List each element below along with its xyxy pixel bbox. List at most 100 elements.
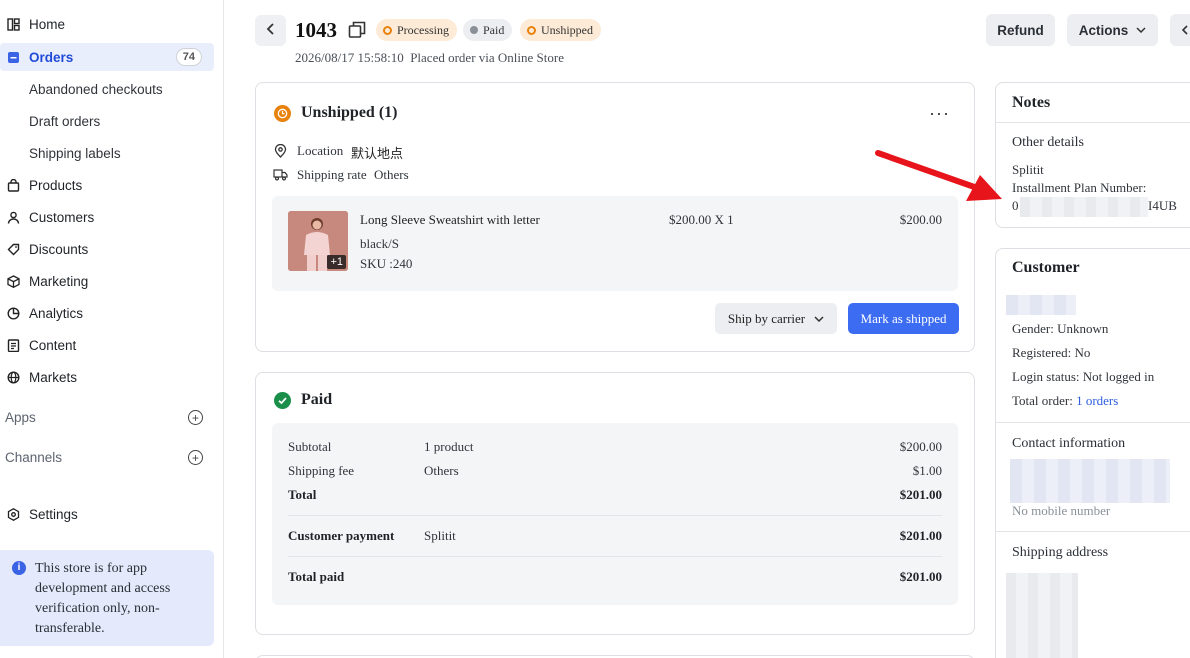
product-thumbnail[interactable]: +1 [288, 211, 348, 271]
sidebar: Home Orders 74 Abandoned checkouts Draft… [0, 0, 224, 658]
nav-orders[interactable]: Orders 74 [0, 43, 214, 71]
processing-dot-icon [383, 25, 392, 35]
add-channel-icon[interactable]: + [188, 450, 203, 465]
divider [996, 122, 1190, 123]
gear-icon [6, 507, 20, 521]
paid-badge: Paid [463, 19, 513, 41]
document-icon [6, 338, 20, 352]
mark-as-shipped-label: Mark as shipped [860, 310, 947, 326]
nav-customers[interactable]: Customers [0, 203, 214, 231]
cube-icon [6, 274, 20, 288]
pie-chart-icon [6, 306, 20, 320]
channels-section-label: Channels [5, 450, 63, 465]
paid-title: Paid [301, 391, 333, 408]
mark-as-shipped-button[interactable]: Mark as shipped [848, 303, 959, 334]
nav-customers-label: Customers [29, 209, 95, 225]
customer-payment-value: $201.00 [899, 528, 942, 543]
orders-icon [6, 50, 20, 64]
tag-icon [6, 242, 20, 256]
redacted-customer-name[interactable] [1006, 295, 1076, 315]
nav-analytics[interactable]: Analytics [0, 299, 214, 327]
nav-content-label: Content [29, 337, 77, 353]
total-order-label: Total order: [1012, 393, 1077, 408]
installment-plan-start: 0 [1012, 198, 1019, 213]
total-label: Total [288, 487, 317, 502]
order-number: 1043 [295, 18, 337, 42]
nav-settings[interactable]: Settings [0, 500, 214, 528]
divider [996, 422, 1190, 423]
chevron-left-icon [1181, 23, 1189, 38]
nav-drafts-label: Draft orders [29, 113, 101, 129]
divider [996, 531, 1190, 532]
product-name[interactable]: Long Sleeve Sweatshirt with letter [360, 212, 540, 228]
customer-payment-label: Customer payment [288, 528, 395, 543]
refund-button[interactable]: Refund [986, 14, 1055, 46]
store-notice-text: This store is for app development and ac… [35, 561, 171, 636]
chevron-down-icon [1136, 27, 1146, 33]
location-label: Location [297, 143, 344, 158]
actions-button[interactable]: Actions [1067, 14, 1158, 46]
unshipped-badge-label: Unshipped [541, 22, 593, 37]
product-price-qty: $200.00 X 1 [669, 212, 734, 227]
paid-card: Paid Subtotal 1 product $200.00 Shipping… [255, 372, 975, 635]
person-icon [6, 210, 20, 224]
order-subtitle: 2026/08/17 15:58:10 Placed order via Onl… [295, 50, 564, 65]
divider [288, 556, 942, 557]
subtotal-label: Subtotal [288, 439, 332, 454]
customer-login-status: Login status: Not logged in [1012, 369, 1155, 384]
info-icon: i [12, 561, 26, 575]
home-icon [6, 17, 20, 31]
actions-label: Actions [1078, 22, 1129, 38]
no-mobile-text: No mobile number [1012, 503, 1111, 518]
location-pin-icon [274, 143, 287, 161]
extra-images-badge: +1 [327, 255, 346, 269]
previous-order-button[interactable] [1170, 14, 1190, 46]
total-order-link[interactable]: 1 orders [1076, 393, 1118, 408]
other-details-heading: Other details [1012, 135, 1084, 150]
shipping-rate-label: Shipping rate [297, 167, 367, 182]
nav-draft-orders[interactable]: Draft orders [0, 107, 214, 135]
store-notice: i This store is for app development and … [0, 550, 214, 646]
paid-dot-icon [470, 26, 478, 34]
ship-by-carrier-button[interactable]: Ship by carrier [715, 303, 837, 334]
nav-marketing[interactable]: Marketing [0, 267, 214, 295]
shipping-fee-label: Shipping fee [288, 463, 355, 478]
installment-plan-end: I4UB [1148, 198, 1177, 213]
location-value: 默认地点 [351, 146, 404, 161]
add-app-icon[interactable]: + [188, 410, 203, 425]
customer-payment-desc: Splitit [424, 528, 456, 543]
nav-products-label: Products [29, 177, 83, 193]
nav-products[interactable]: Products [0, 171, 214, 199]
contact-info-heading: Contact information [1012, 436, 1126, 451]
processing-badge-label: Processing [397, 22, 449, 37]
customer-total-order: Total order: 1 orders [1012, 393, 1118, 409]
nav-discounts-label: Discounts [29, 241, 89, 257]
back-button[interactable] [255, 15, 286, 46]
nav-shipping-labels[interactable]: Shipping labels [0, 139, 214, 167]
more-options-icon[interactable]: ··· [929, 103, 950, 124]
line-item: +1 Long Sleeve Sweatshirt with letter bl… [272, 196, 958, 291]
chevron-down-icon [814, 315, 824, 322]
copy-icon[interactable] [348, 21, 366, 39]
nav-discounts[interactable]: Discounts [0, 235, 214, 263]
nav-settings-label: Settings [29, 506, 78, 522]
customer-card: Customer Gender: Unknown Registered: No … [995, 248, 1190, 658]
redacted-contact-info [1010, 459, 1170, 503]
product-sku: SKU :240 [360, 256, 413, 271]
notes-title: Notes [1012, 94, 1051, 111]
nav-abandoned-checkouts[interactable]: Abandoned checkouts [0, 75, 214, 103]
nav-orders-label: Orders [29, 49, 74, 65]
apps-section-label: Apps [5, 410, 36, 425]
nav-marketing-label: Marketing [29, 273, 89, 289]
installment-plan-label: Installment Plan Number: [1012, 180, 1147, 195]
nav-markets[interactable]: Markets [0, 363, 214, 391]
nav-content[interactable]: Content [0, 331, 214, 359]
red-arrow-annotation [875, 150, 1002, 201]
shipping-address-heading: Shipping address [1012, 545, 1109, 560]
product-line-total: $200.00 [899, 212, 942, 227]
nav-abandoned-label: Abandoned checkouts [29, 81, 163, 97]
nav-home[interactable]: Home [0, 10, 214, 38]
paid-badge-label: Paid [483, 22, 505, 37]
total-paid-label: Total paid [288, 569, 345, 584]
chevron-left-icon [266, 22, 276, 40]
